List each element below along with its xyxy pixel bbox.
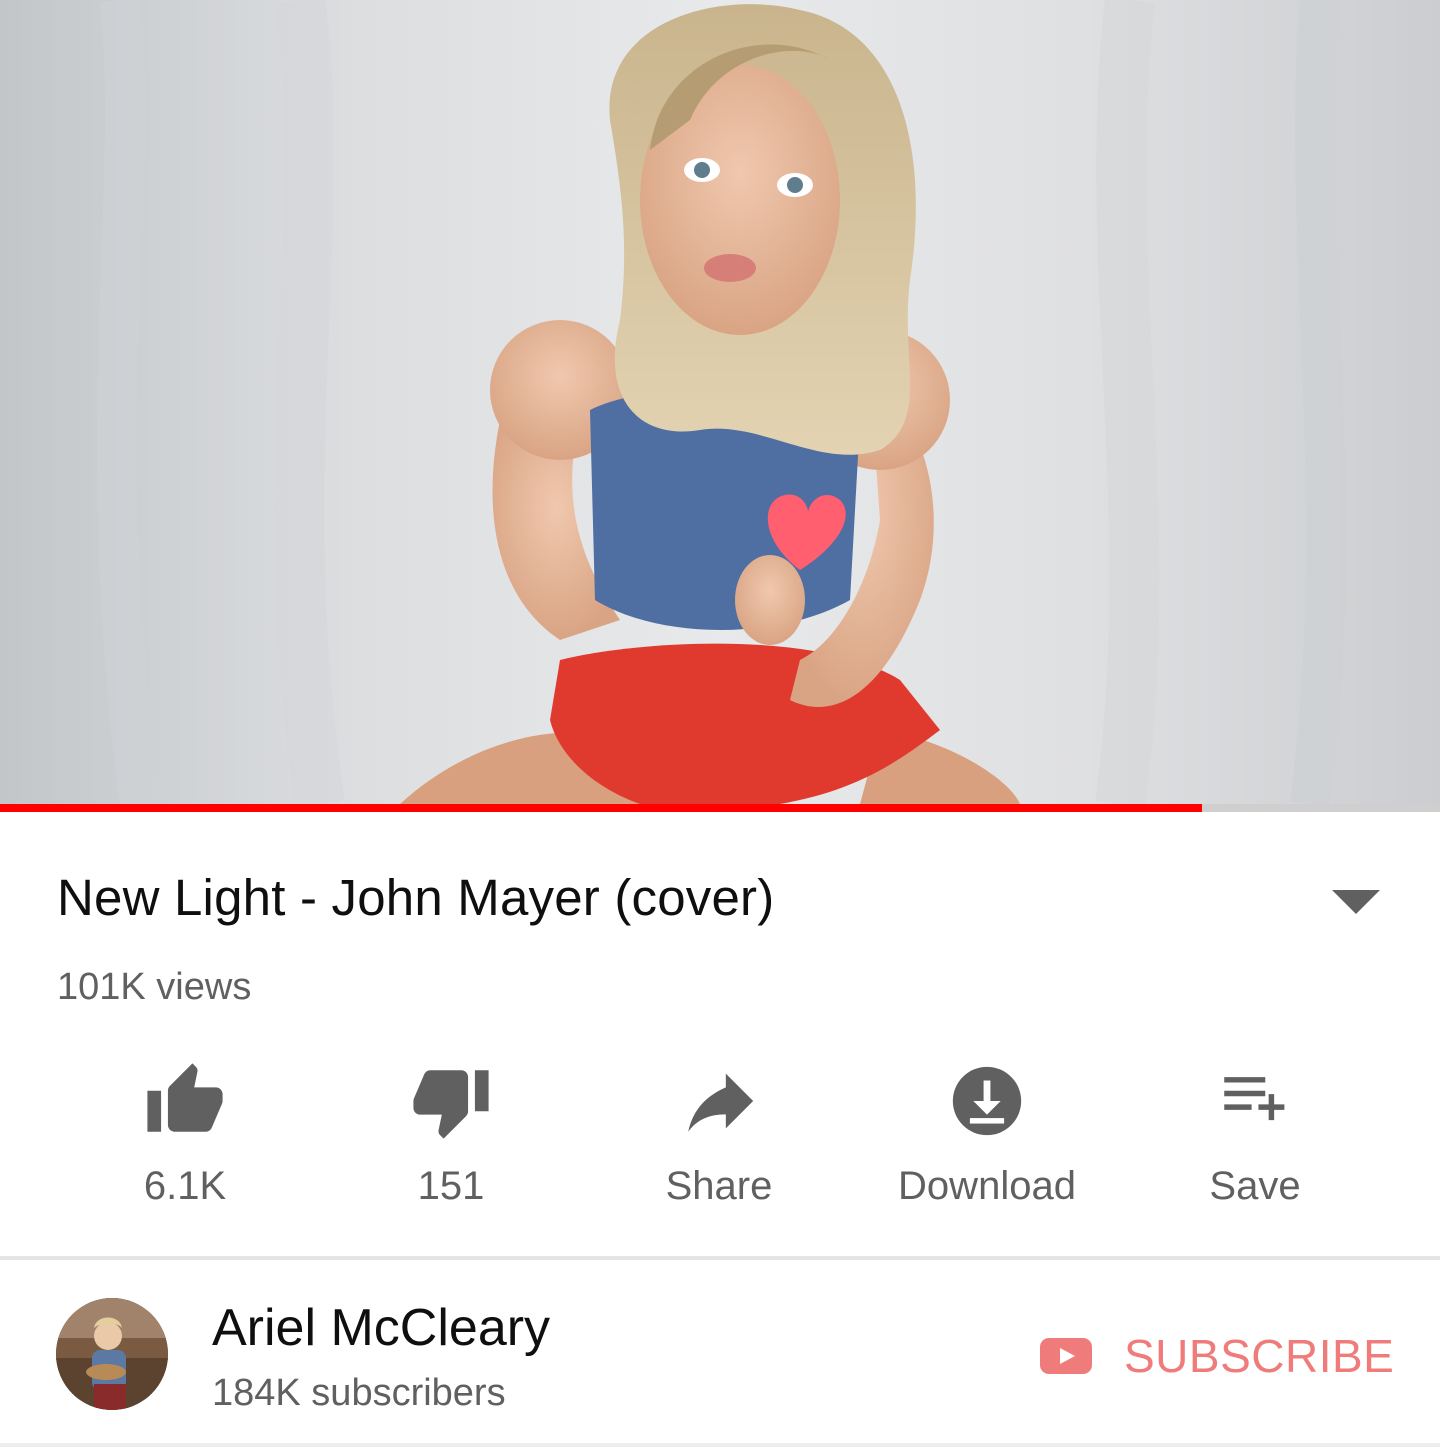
progress-bar-fill	[0, 804, 1203, 812]
channel-name[interactable]: Ariel McCleary	[212, 1298, 550, 1358]
youtube-logo-icon	[1040, 1338, 1092, 1374]
subscribe-button[interactable]: SUBSCRIBE	[1040, 1326, 1394, 1386]
dislike-button[interactable]: 151	[317, 1060, 585, 1220]
save-playlist-icon	[1205, 1060, 1305, 1142]
expand-description-chevron-icon[interactable]	[1332, 890, 1380, 914]
download-button[interactable]: Download	[853, 1060, 1121, 1220]
section-divider	[0, 1256, 1440, 1260]
like-button[interactable]: 6.1K	[51, 1060, 319, 1220]
download-label: Download	[898, 1164, 1076, 1208]
share-icon	[669, 1060, 769, 1142]
dislike-count: 151	[417, 1164, 485, 1208]
channel-avatar[interactable]	[56, 1298, 168, 1410]
download-icon	[937, 1060, 1037, 1142]
thumbs-up-icon	[135, 1060, 235, 1142]
video-player[interactable]	[0, 0, 1440, 812]
save-button[interactable]: Save	[1121, 1060, 1389, 1220]
thumbs-down-icon	[401, 1060, 501, 1142]
avatar-photo	[56, 1298, 168, 1410]
subscribe-label: SUBSCRIBE	[1124, 1330, 1395, 1382]
action-bar: 6.1K 151 Share Download Save	[0, 1060, 1440, 1220]
video-title: New Light - John Mayer (cover)	[57, 869, 775, 926]
progress-bar[interactable]	[0, 804, 1440, 812]
view-count: 101K views	[57, 966, 252, 1008]
share-button[interactable]: Share	[585, 1060, 853, 1220]
subscriber-count: 184K subscribers	[212, 1372, 506, 1414]
video-frame-image	[0, 0, 1440, 804]
save-label: Save	[1209, 1164, 1301, 1208]
share-label: Share	[665, 1164, 773, 1208]
like-count: 6.1K	[143, 1164, 227, 1208]
bottom-divider	[0, 1443, 1440, 1447]
